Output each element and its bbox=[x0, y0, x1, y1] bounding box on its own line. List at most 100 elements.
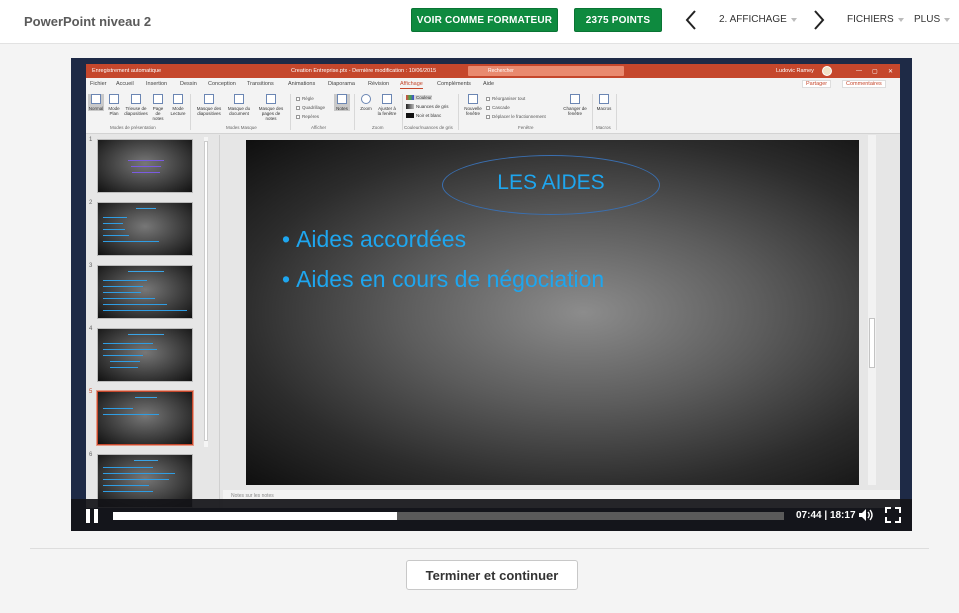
ppt-tab-transitions: Transitions bbox=[247, 81, 274, 87]
close-icon: ✕ bbox=[888, 69, 894, 75]
slide-thumbnail bbox=[97, 328, 193, 382]
volume-icon[interactable] bbox=[858, 507, 874, 523]
thumbnail-number: 1 bbox=[89, 137, 93, 143]
ribbon-macros: Macros bbox=[596, 94, 612, 111]
group-color: Couleur/nuances de gris bbox=[404, 125, 453, 130]
section-label: 2. AFFICHAGE bbox=[719, 14, 787, 25]
ppt-tab-affichage: Affichage bbox=[400, 81, 423, 89]
group-macros: Macros bbox=[596, 125, 611, 130]
progress-fill bbox=[113, 512, 397, 520]
more-menu[interactable]: PLUS bbox=[914, 14, 951, 25]
ppt-tab-animations: Animations bbox=[288, 81, 316, 87]
avatar bbox=[822, 66, 832, 76]
pause-icon[interactable] bbox=[85, 509, 99, 523]
document-title: Creation Entreprise.ptx - Dernière modif… bbox=[291, 68, 437, 74]
ribbon-switch-window: Changer de fenêtre bbox=[562, 94, 588, 116]
thumbnail-number: 6 bbox=[89, 452, 93, 458]
ribbon-outline: Mode Plan bbox=[106, 94, 122, 116]
previous-lesson-icon[interactable] bbox=[684, 9, 698, 31]
ribbon-handout-master: Masque du document bbox=[226, 94, 252, 116]
ppt-user-name: Ludovic Ramey bbox=[776, 68, 814, 74]
video-player[interactable]: Enregistrement automatique Creation Entr… bbox=[71, 58, 912, 531]
slide-thumbnail bbox=[97, 202, 193, 256]
ribbon-slide-master: Masque des diapositives bbox=[196, 94, 222, 116]
chevron-down-icon bbox=[790, 17, 797, 22]
ppt-share-button: Partager bbox=[802, 80, 832, 88]
ppt-body: 1 2 3 4 5 6 LES AIDES • Aides accordées … bbox=[86, 135, 900, 508]
thumbnail-scrollbar bbox=[204, 137, 208, 447]
progress-bar[interactable] bbox=[113, 512, 784, 520]
group-presentation-modes: Modes de présentation bbox=[110, 125, 156, 130]
more-label: PLUS bbox=[914, 14, 941, 25]
autosave-label: Enregistrement automatique bbox=[92, 68, 162, 74]
ribbon-sorter: Trieuse de diapositives bbox=[124, 94, 148, 116]
ribbon-notes-master: Masque des pages de notes bbox=[256, 94, 286, 121]
slide-bullet: • Aides accordées bbox=[282, 226, 467, 252]
ppt-tab-fichier: Fichier bbox=[90, 81, 107, 87]
move-split-option: Déplacer le fractionnement bbox=[486, 114, 546, 119]
thumbnail-number: 2 bbox=[89, 200, 93, 206]
thumbnail-number: 4 bbox=[89, 326, 93, 332]
ppt-tab-aide: Aide bbox=[483, 81, 495, 87]
ribbon-zoom: Zoom bbox=[358, 94, 374, 111]
ribbon-reading: Mode Lecture bbox=[170, 94, 186, 116]
points-button[interactable]: 2375 POINTS bbox=[574, 8, 662, 32]
ppt-title-bar: Enregistrement automatique Creation Entr… bbox=[86, 64, 900, 78]
ruler-checkbox: Règle bbox=[296, 96, 314, 101]
slide-thumbnail bbox=[97, 139, 193, 193]
next-lesson-icon[interactable] bbox=[812, 9, 826, 31]
editor-scrollbar bbox=[868, 135, 876, 485]
ppt-ribbon-tabs: Fichier Accueil Insertion Dessin Concept… bbox=[86, 78, 900, 90]
group-zoom: Zoom bbox=[372, 125, 384, 130]
ribbon-new-window: Nouvelle fenêtre bbox=[462, 94, 484, 116]
ppt-search-placeholder: Rechercher bbox=[488, 68, 514, 74]
thumbnail-number: 5 bbox=[89, 389, 93, 395]
top-bar: PowerPoint niveau 2 VOIR COMME FORMATEUR… bbox=[0, 0, 959, 44]
ppt-search-box: Rechercher bbox=[468, 66, 624, 76]
ppt-tab-revision: Révision bbox=[368, 81, 390, 87]
fullscreen-icon[interactable] bbox=[885, 507, 901, 523]
powerpoint-window: Enregistrement automatique Creation Entr… bbox=[86, 64, 900, 508]
time-display: 07:44 | 18:17 bbox=[796, 510, 856, 521]
grid-checkbox: Quadrillage bbox=[296, 105, 325, 110]
current-time: 07:44 bbox=[796, 510, 822, 521]
slide-thumbnail-current bbox=[97, 391, 193, 445]
guides-checkbox: Repères bbox=[296, 114, 319, 119]
current-slide: LES AIDES • Aides accordées • Aides en cou… bbox=[246, 140, 859, 485]
slide-title: LES AIDES bbox=[497, 171, 605, 194]
slide-bullet: • Aides en cours de négociation bbox=[282, 266, 605, 292]
ribbon-separator bbox=[190, 94, 191, 130]
ppt-comments-button: Commentaires bbox=[842, 80, 886, 88]
ppt-ribbon: Normal Mode Plan Trieuse de diapositives… bbox=[86, 90, 900, 134]
grayscale-option: Nuances de gris bbox=[406, 104, 449, 109]
ppt-tab-diaporama: Diaporama bbox=[328, 81, 355, 87]
chevron-down-icon bbox=[897, 17, 904, 22]
slide-thumbnail-pane: 1 2 3 4 5 6 bbox=[86, 135, 220, 508]
cascade-option: Cascade bbox=[486, 105, 510, 110]
ribbon-separator bbox=[616, 94, 617, 130]
section-dropdown[interactable]: 2. AFFICHAGE bbox=[719, 14, 797, 25]
course-title: PowerPoint niveau 2 bbox=[24, 14, 152, 29]
view-as-trainer-button[interactable]: VOIR COMME FORMATEUR bbox=[411, 8, 558, 32]
ribbon-notes: Notes bbox=[334, 94, 350, 111]
ribbon-separator bbox=[458, 94, 459, 130]
ribbon-notes-page: Page de notes bbox=[150, 94, 166, 121]
finish-continue-button[interactable]: Terminer et continuer bbox=[406, 560, 578, 590]
files-menu[interactable]: FICHIERS bbox=[847, 14, 904, 25]
slide-thumbnail bbox=[97, 265, 193, 319]
minimize-icon: — bbox=[856, 68, 862, 74]
player-controls: 07:44 | 18:17 bbox=[71, 499, 912, 531]
ppt-tab-insertion: Insertion bbox=[146, 81, 168, 87]
ribbon-separator bbox=[354, 94, 355, 130]
ribbon-fit-window: Ajuster à la fenêtre bbox=[376, 94, 398, 116]
ribbon-separator bbox=[290, 94, 291, 130]
ribbon-separator bbox=[592, 94, 593, 130]
ppt-tab-dessin: Dessin bbox=[180, 81, 197, 87]
arrange-all-option: Réorganiser tout bbox=[486, 96, 525, 101]
ribbon-separator bbox=[402, 94, 403, 130]
group-master-modes: Modes Masque bbox=[226, 125, 257, 130]
content-divider bbox=[30, 548, 929, 549]
ribbon-normal: Normal bbox=[88, 94, 104, 111]
chevron-down-icon bbox=[944, 17, 951, 22]
restore-icon: ▢ bbox=[872, 69, 878, 75]
